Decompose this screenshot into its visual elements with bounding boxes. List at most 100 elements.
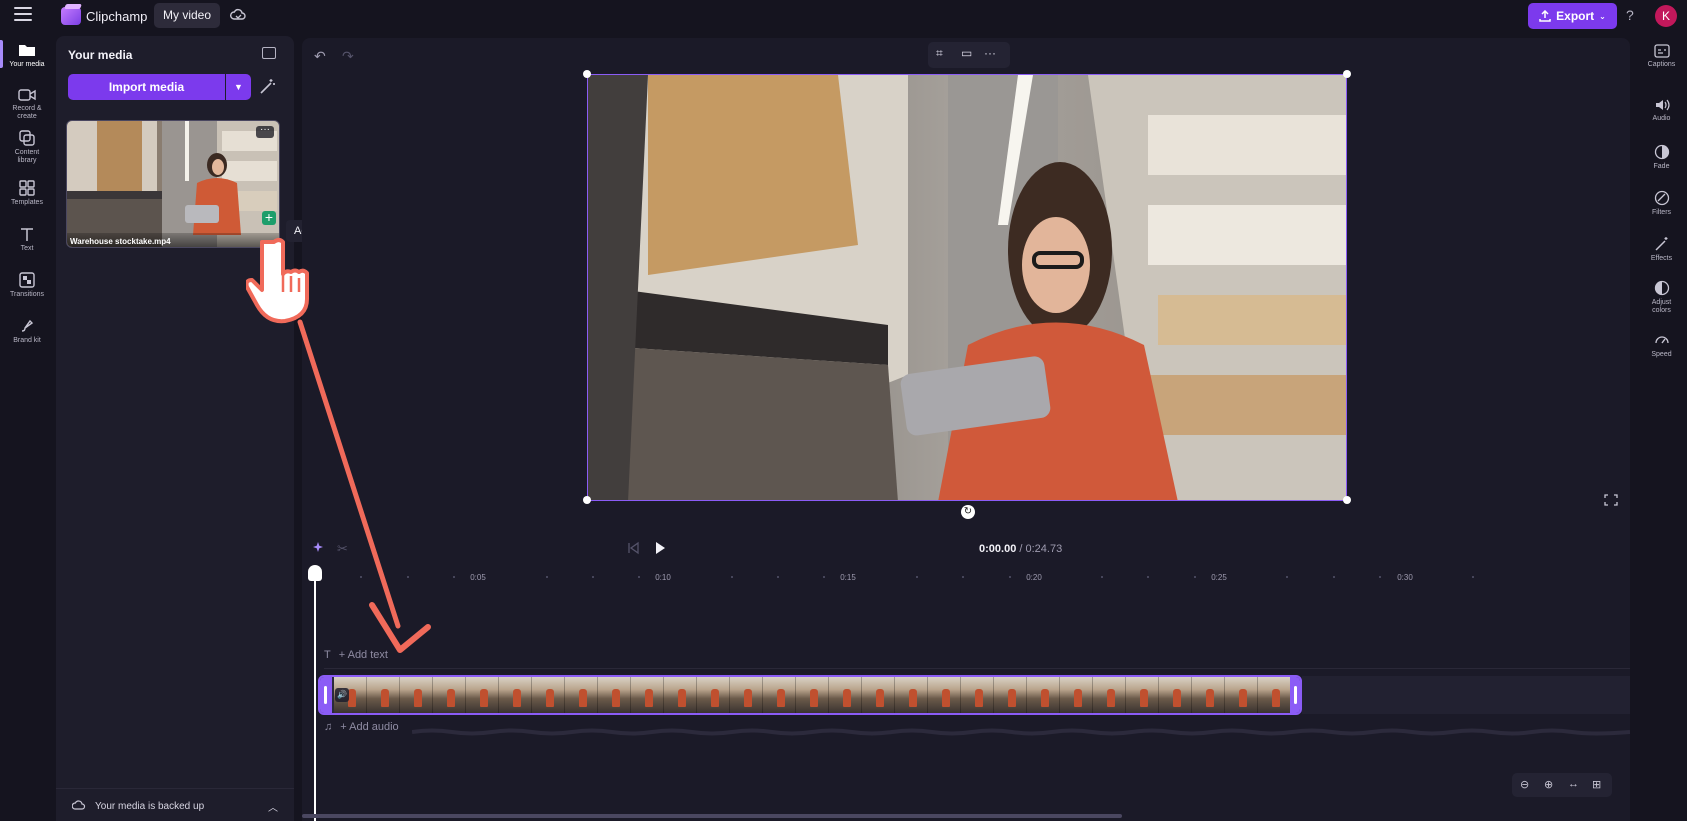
rail-item-brand-kit[interactable]: Brand kit	[0, 318, 54, 345]
skip-back-icon[interactable]	[627, 541, 639, 555]
rail-label: Filters	[1651, 209, 1672, 216]
rail-item-your-media[interactable]: Your media	[0, 42, 54, 69]
add-to-timeline-button[interactable]: +	[262, 210, 276, 225]
text-track-icon: T	[324, 649, 331, 661]
export-button[interactable]: Export ⌄	[1528, 3, 1617, 29]
left-rail: Your media Record & create Content libra…	[0, 32, 54, 821]
resize-handle-tl[interactable]	[583, 70, 591, 78]
chevron-up-icon[interactable]: ︿	[268, 799, 278, 814]
rail-item-speed[interactable]: Speed	[1636, 332, 1687, 359]
add-text-track[interactable]: T + Add text	[324, 649, 388, 661]
folder-icon	[19, 45, 35, 56]
import-options-chevron-icon[interactable]: ▼	[226, 74, 251, 100]
captions-icon	[1653, 44, 1670, 58]
rail-item-content-library[interactable]: Content library	[0, 130, 54, 165]
audio-icon	[1655, 99, 1670, 111]
rail-item-adjust-colors[interactable]: Adjust colors	[1636, 280, 1687, 315]
avatar[interactable]: K	[1655, 5, 1677, 27]
media-item-card[interactable]: ··· + Warehouse stocktake.mp4	[66, 120, 280, 248]
rail-item-filters[interactable]: Filters	[1636, 190, 1687, 217]
transitions-icon	[19, 272, 35, 288]
fade-icon	[1654, 144, 1669, 160]
total-time: / 0:24.73	[1019, 543, 1063, 555]
music-note-icon: ♫	[324, 721, 333, 733]
split-scissors-icon[interactable]: ✂	[337, 541, 348, 557]
timeline-ruler[interactable]: 0:05 0:10 0:15 0:20 0:25 0:30	[302, 573, 1630, 593]
ruler-tick	[591, 576, 594, 578]
rail-item-captions[interactable]: Captions	[1636, 44, 1687, 69]
app-name: Clipchamp	[86, 9, 148, 24]
more-icon[interactable]: ···	[984, 46, 996, 60]
fullscreen-icon[interactable]	[1604, 494, 1618, 506]
clip-trim-handle-left[interactable]	[320, 677, 332, 713]
export-label: Export	[1556, 9, 1595, 23]
clip-trim-handle-right[interactable]	[1290, 677, 1300, 713]
import-media-button[interactable]: Import media	[68, 74, 225, 100]
clip-thumbnail-frame	[598, 677, 631, 713]
clip-thumbnail-frame	[1159, 677, 1192, 713]
clip-thumbnail-frame	[862, 677, 895, 713]
resize-handle-bl[interactable]	[583, 496, 591, 504]
filters-icon	[1654, 190, 1669, 206]
zoom-out-icon[interactable]: ⊖	[1520, 778, 1529, 791]
playhead[interactable]	[314, 566, 316, 821]
help-icon[interactable]: ?	[1626, 7, 1634, 23]
add-audio-track[interactable]: ♫ + Add audio	[324, 721, 399, 733]
clip-thumbnail-frame	[763, 677, 796, 713]
rail-item-transitions[interactable]: Transitions	[0, 272, 54, 299]
rail-item-audio[interactable]: Audio	[1636, 98, 1687, 123]
video-preview[interactable]	[587, 74, 1347, 501]
undo-icon[interactable]: ↶	[314, 48, 326, 65]
clipchamp-logo-icon	[61, 7, 81, 25]
crop-icon[interactable]: ⌗	[936, 46, 943, 61]
project-title[interactable]: My video	[154, 3, 221, 28]
cloud-sync-icon[interactable]	[230, 8, 246, 22]
more-options-icon[interactable]: ···	[256, 125, 274, 138]
video-clip[interactable]: 🔊	[318, 675, 1302, 715]
volume-icon[interactable]: 🔊	[335, 688, 349, 702]
rail-item-record-create[interactable]: Record & create	[0, 88, 54, 121]
clip-thumbnail-frame	[1192, 677, 1225, 713]
zoom-in-icon[interactable]: ⊕	[1544, 778, 1553, 791]
ruler-tick	[360, 576, 363, 578]
clip-thumbnail-frame	[928, 677, 961, 713]
rail-item-fade[interactable]: Fade	[1636, 144, 1687, 171]
timeline-scrollbar[interactable]	[302, 814, 1122, 818]
rail-item-text[interactable]: Text	[0, 226, 54, 253]
resize-handle-br[interactable]	[1343, 496, 1351, 504]
ruler-tick	[915, 576, 918, 578]
audio-waveform-placeholder	[412, 728, 1630, 736]
clip-filmstrip	[334, 677, 1300, 713]
tick-label: 0:15	[840, 573, 856, 582]
templates-icon	[19, 180, 35, 196]
rail-item-templates[interactable]: Templates	[0, 180, 54, 207]
play-icon[interactable]	[654, 541, 666, 555]
media-panel: Your media Import media ▼ ··· + Warehous…	[56, 36, 294, 821]
clip-thumbnail-frame	[433, 677, 466, 713]
add-audio-label: + Add audio	[340, 721, 399, 733]
editor-stage: ↶ ↷ ⌗ ▭ ··· ↻ ✂ 0:00.00 / 0:24.73 0:05 0…	[302, 38, 1630, 821]
clip-thumbnail-frame	[400, 677, 433, 713]
adjust-colors-icon	[1654, 280, 1669, 296]
fit-timeline-icon[interactable]: ↔	[1568, 778, 1579, 790]
tick-label: 0:20	[1026, 573, 1042, 582]
fit-icon[interactable]: ▭	[961, 46, 972, 60]
library-icon	[19, 130, 35, 146]
expand-timeline-icon[interactable]: ⊞	[1592, 778, 1601, 791]
magic-wand-icon[interactable]	[258, 78, 276, 96]
rail-item-effects[interactable]: Effects	[1636, 236, 1687, 263]
preview-toolbar: ⌗ ▭ ···	[928, 42, 1010, 68]
playhead-handle[interactable]	[308, 565, 322, 581]
backup-status-text: Your media is backed up	[95, 801, 205, 812]
ai-sparkle-icon[interactable]	[312, 541, 326, 555]
ruler-tick	[1147, 576, 1150, 578]
rotate-icon[interactable]: ↻	[961, 505, 975, 519]
clip-thumbnail-frame	[730, 677, 763, 713]
collapse-panel-icon[interactable]	[262, 47, 276, 59]
resize-handle-tr[interactable]	[1343, 70, 1351, 78]
backup-status-bar[interactable]: Your media is backed up ︿	[56, 788, 294, 821]
clip-thumbnail-frame	[367, 677, 400, 713]
redo-icon[interactable]: ↷	[342, 48, 354, 65]
hamburger-menu-icon[interactable]	[14, 7, 32, 23]
upload-icon	[1539, 10, 1551, 22]
